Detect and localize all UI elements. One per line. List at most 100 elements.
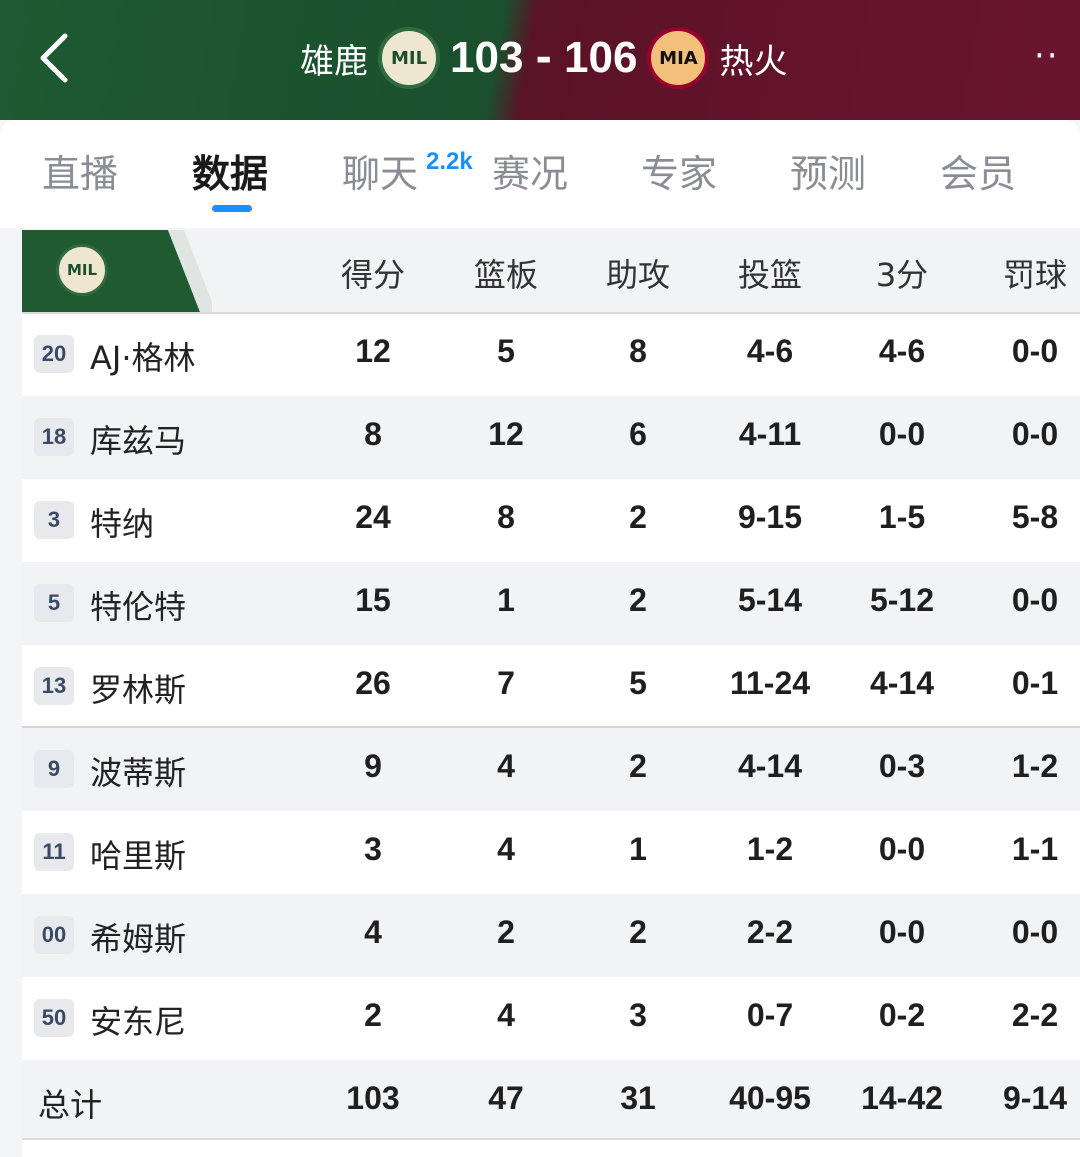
stat-assists: 2 [629,499,647,535]
stat-rebounds: 5 [497,333,515,369]
stat-assists: 2 [629,748,647,784]
stat-3pt: 0-0 [878,914,926,950]
stat-points: 8 [364,416,382,452]
stat-fg: 5-14 [737,582,803,618]
stat-3pt: 1-5 [878,499,926,535]
jersey-number: 5 [34,584,74,622]
tab-chat[interactable]: 聊天 [342,150,418,198]
col-header-3pt[interactable]: 3分 [842,250,962,296]
player-name[interactable]: 库兹马 [90,416,186,462]
player-name[interactable]: 特纳 [90,499,154,545]
stat-3pt: 0-2 [878,997,926,1033]
table-row[interactable]: 00 希姆斯 4 2 2 2-2 0-0 0-0 [22,894,1080,977]
back-button[interactable] [30,28,78,88]
home-score: 103 [450,33,524,82]
stat-points: 2 [364,997,382,1033]
stat-rebounds: 1 [497,582,515,618]
stat-3pt: 4-6 [878,333,926,369]
table-row[interactable]: 18 库兹马 8 12 6 4-11 0-0 0-0 [22,396,1080,479]
tab-prediction[interactable]: 预测 [790,150,866,198]
total-fg: 40-95 [729,1080,811,1116]
stat-ft: 0-1 [1011,665,1059,701]
jersey-number: 13 [34,667,74,705]
jersey-number: 3 [34,501,74,539]
stat-rebounds: 4 [497,831,515,867]
stat-fg: 4-6 [746,333,794,369]
player-name[interactable]: 希姆斯 [90,914,186,960]
total-assists: 31 [620,1080,656,1116]
stat-points: 26 [355,665,391,701]
stat-ft: 1-1 [1011,831,1059,867]
col-header-fg[interactable]: 投篮 [710,250,830,296]
active-tab-indicator [212,205,252,212]
col-header-points[interactable]: 得分 [313,250,433,296]
tab-stats[interactable]: 数据 [192,150,268,198]
scoreline: 雄鹿 MIL 103 - 106 MIA 热火 [300,18,787,98]
stat-fg: 4-11 [738,416,802,452]
table-row[interactable]: 11 哈里斯 3 4 1 1-2 0-0 1-1 [22,811,1080,894]
box-score-table: MIL 得分 篮板 助攻 投篮 3分 罚球 20 AJ·格林 12 5 8 4-… [22,230,1080,1157]
stat-rebounds: 7 [497,665,515,701]
col-header-ft[interactable]: 罚球 [975,250,1080,296]
stat-assists: 3 [629,997,647,1033]
stat-rebounds: 8 [497,499,515,535]
chevron-left-icon [40,33,68,83]
table-row[interactable]: 20 AJ·格林 12 5 8 4-6 4-6 0-0 [22,313,1080,396]
stat-ft: 0-0 [1011,416,1059,452]
col-header-assists[interactable]: 助攻 [578,250,698,296]
stat-ft: 0-0 [1011,333,1059,369]
away-score: 106 [564,33,638,82]
stat-rebounds: 2 [497,914,515,950]
stat-points: 9 [364,748,382,784]
table-bottom-divider [22,1138,1080,1140]
home-team-name: 雄鹿 [300,41,368,82]
stat-assists: 6 [629,416,647,452]
table-row[interactable]: 50 安东尼 2 4 3 0-7 0-2 2-2 [22,977,1080,1060]
stat-fg: 11-24 [729,665,811,701]
home-logo-text: MIL [390,47,428,69]
table-row[interactable]: 9 波蒂斯 9 4 2 4-14 0-3 1-2 [22,728,1080,811]
stat-assists: 8 [629,333,647,369]
stat-assists: 1 [629,831,647,867]
stat-ft: 1-2 [1011,748,1059,784]
table-row[interactable]: 3 特纳 24 8 2 9-15 1-5 5-8 [22,479,1080,562]
home-team-logo: MIL [378,27,440,89]
tab-experts[interactable]: 专家 [641,150,717,198]
player-name[interactable]: 波蒂斯 [90,748,186,794]
stat-fg: 0-7 [746,997,794,1033]
stat-3pt: 0-3 [878,748,926,784]
totals-row: 总计 103 47 31 40-95 14-42 9-14 [22,1060,1080,1138]
stat-3pt: 0-0 [878,416,926,452]
stat-3pt: 5-12 [869,582,935,618]
player-name[interactable]: 哈里斯 [90,831,186,877]
stat-assists: 2 [629,914,647,950]
stat-fg: 4-14 [737,748,803,784]
tab-game-status[interactable]: 赛况 [492,150,568,198]
stat-ft: 0-0 [1011,914,1059,950]
team-tag-banner [22,230,212,312]
col-header-rebounds[interactable]: 篮板 [446,250,566,296]
chat-count-badge: 2.2k [426,148,473,175]
tab-live[interactable]: 直播 [42,150,118,198]
jersey-number: 11 [34,833,74,871]
player-name[interactable]: 安东尼 [90,997,186,1043]
player-name[interactable]: 特伦特 [90,582,186,628]
away-logo-text: MIA [659,47,698,69]
table-row[interactable]: 13 罗林斯 26 7 5 11-24 4-14 0-1 [22,645,1080,728]
table-row[interactable]: 5 特伦特 15 1 2 5-14 5-12 0-0 [22,562,1080,645]
tab-membership[interactable]: 会员 [940,150,1016,198]
score-separator: - [535,35,553,81]
player-name[interactable]: AJ·格林 [90,333,196,379]
tab-bar: 直播 数据 聊天 赛况 专家 预测 会员 [0,120,1080,228]
jersey-number: 50 [34,999,74,1037]
player-name[interactable]: 罗林斯 [90,665,186,711]
stat-3pt: 4-14 [869,665,935,701]
stat-fg: 9-15 [737,499,803,535]
stat-3pt: 0-0 [878,831,926,867]
stat-ft: 5-8 [1011,499,1059,535]
more-menu-icon[interactable]: ·· [1034,39,1074,73]
stat-points: 3 [364,831,382,867]
stat-ft: 2-2 [1011,997,1059,1033]
stat-rebounds: 4 [497,748,515,784]
stat-points: 24 [355,499,391,535]
